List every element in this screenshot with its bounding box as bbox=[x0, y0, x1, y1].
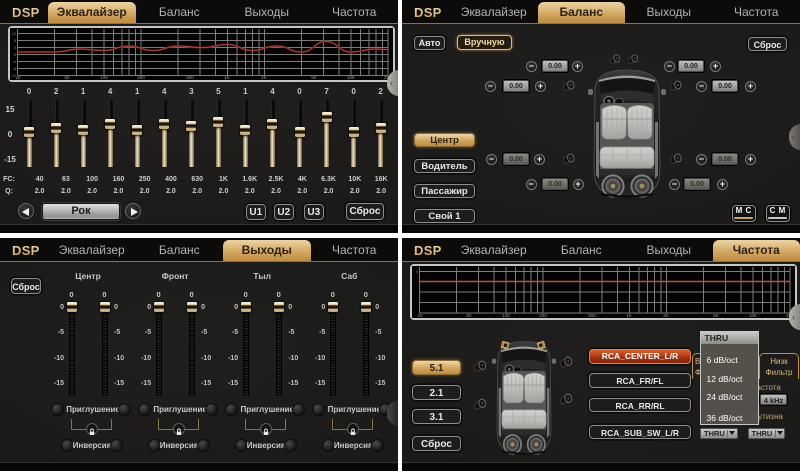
svg-text:20: 20 bbox=[417, 313, 423, 318]
svg-text:1K: 1K bbox=[224, 75, 230, 80]
svg-text:500: 500 bbox=[588, 313, 596, 318]
svg-text:2K: 2K bbox=[663, 313, 669, 318]
svg-text:50: 50 bbox=[64, 75, 70, 80]
svg-text:-4: -4 bbox=[13, 60, 16, 64]
svg-text:5K: 5K bbox=[311, 75, 317, 80]
svg-text:2K: 2K bbox=[261, 75, 267, 80]
svg-text:50: 50 bbox=[466, 313, 472, 318]
svg-text:100: 100 bbox=[502, 313, 510, 318]
svg-text:100: 100 bbox=[100, 75, 108, 80]
svg-text:0: 0 bbox=[14, 53, 16, 57]
svg-text:8: 8 bbox=[14, 39, 16, 43]
svg-text:20: 20 bbox=[15, 75, 21, 80]
svg-text:200: 200 bbox=[137, 75, 145, 80]
svg-text:500: 500 bbox=[186, 75, 194, 80]
svg-text:4: 4 bbox=[14, 46, 16, 50]
svg-text:5K: 5K bbox=[713, 313, 719, 318]
svg-text:0: 0 bbox=[416, 270, 418, 274]
svg-text:1K: 1K bbox=[626, 313, 632, 318]
svg-text:10K: 10K bbox=[347, 75, 355, 80]
svg-text:10K: 10K bbox=[749, 313, 757, 318]
svg-text:200: 200 bbox=[539, 313, 547, 318]
svg-text:-8: -8 bbox=[13, 67, 16, 71]
svg-text:12: 12 bbox=[12, 32, 16, 36]
